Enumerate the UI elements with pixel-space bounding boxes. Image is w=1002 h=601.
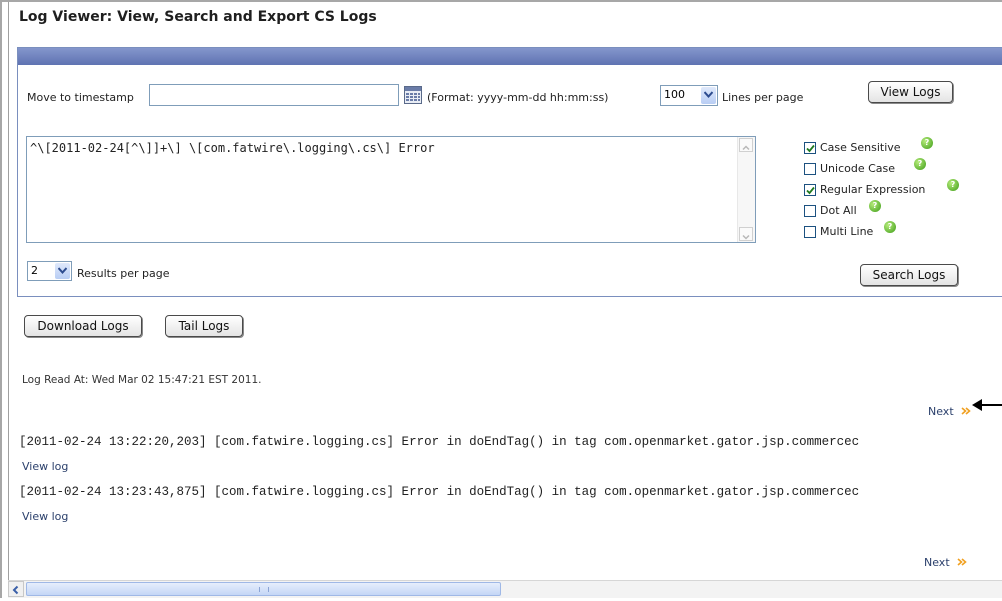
help-icon[interactable]: ? (914, 158, 926, 170)
search-logs-button[interactable]: Search Logs (860, 264, 958, 286)
unicode-case-checkbox[interactable] (804, 163, 816, 175)
next-link-label: Next (924, 556, 950, 569)
view-log-link[interactable]: View log (22, 510, 68, 523)
next-link-bottom[interactable]: Next (924, 551, 967, 570)
search-query-text: ^\[2011-02-24[^\]]+\] \[com.fatwire\.log… (30, 141, 435, 155)
option-regular-expression[interactable]: Regular Expression ? (804, 179, 1002, 203)
download-logs-button[interactable]: Download Logs (24, 315, 142, 337)
case-sensitive-label: Case Sensitive (820, 141, 901, 154)
lines-per-page-value: 100 (664, 88, 685, 101)
calendar-icon[interactable] (404, 86, 422, 104)
chevron-down-icon (55, 263, 70, 279)
horizontal-scrollbar[interactable] (8, 580, 1002, 598)
lines-per-page-label: Lines per page (722, 91, 804, 104)
regular-expression-label: Regular Expression (820, 183, 926, 196)
scroll-down-icon[interactable] (739, 227, 753, 241)
panel-header-bar (18, 48, 1002, 65)
case-sensitive-checkbox[interactable] (804, 142, 816, 154)
timestamp-input[interactable] (149, 84, 399, 106)
timestamp-format-hint: (Format: yyyy-mm-dd hh:mm:ss) (427, 91, 609, 104)
dot-all-label: Dot All (820, 204, 857, 217)
results-per-page-select[interactable]: 2 (27, 261, 72, 281)
result-line: [2011-02-24 13:23:43,875] [com.fatwire.l… (19, 485, 860, 499)
regular-expression-checkbox[interactable] (804, 184, 816, 196)
next-link-label: Next (928, 405, 954, 418)
option-multi-line[interactable]: Multi Line ? (804, 221, 1002, 245)
view-log-link[interactable]: View log (22, 460, 68, 473)
help-icon[interactable]: ? (869, 200, 881, 212)
scrollbar-thumb[interactable] (26, 582, 501, 596)
option-unicode-case[interactable]: Unicode Case ? (804, 158, 1002, 182)
textarea-scrollbar[interactable] (737, 137, 755, 242)
scroll-left-icon[interactable] (8, 581, 24, 597)
help-icon[interactable]: ? (884, 221, 896, 233)
double-chevron-right-icon (957, 557, 967, 566)
option-case-sensitive[interactable]: Case Sensitive ? (804, 137, 1002, 161)
lines-per-page-select[interactable]: 100 (660, 85, 718, 106)
search-query-textarea[interactable]: ^\[2011-02-24[^\]]+\] \[com.fatwire\.log… (26, 136, 756, 243)
next-link-top[interactable]: Next (928, 400, 971, 419)
multi-line-label: Multi Line (820, 225, 874, 238)
annotation-arrow-icon (972, 397, 1002, 411)
view-logs-button[interactable]: View Logs (868, 81, 953, 103)
help-icon[interactable]: ? (921, 137, 933, 149)
chevron-down-icon (701, 87, 716, 104)
timestamp-label: Move to timestamp (27, 91, 134, 104)
help-icon[interactable]: ? (947, 179, 959, 191)
multi-line-checkbox[interactable] (804, 226, 816, 238)
results-per-page-value: 2 (31, 264, 38, 277)
option-dot-all[interactable]: Dot All ? (804, 200, 1002, 224)
page-title: Log Viewer: View, Search and Export CS L… (19, 9, 377, 25)
unicode-case-label: Unicode Case (820, 162, 896, 175)
dot-all-checkbox[interactable] (804, 205, 816, 217)
result-line: [2011-02-24 13:22:20,203] [com.fatwire.l… (19, 435, 860, 449)
log-read-at: Log Read At: Wed Mar 02 15:47:21 EST 201… (22, 374, 262, 386)
results-per-page-label: Results per page (77, 267, 170, 280)
scroll-up-icon[interactable] (739, 138, 753, 152)
double-chevron-right-icon (961, 406, 971, 415)
tail-logs-button[interactable]: Tail Logs (165, 315, 243, 337)
